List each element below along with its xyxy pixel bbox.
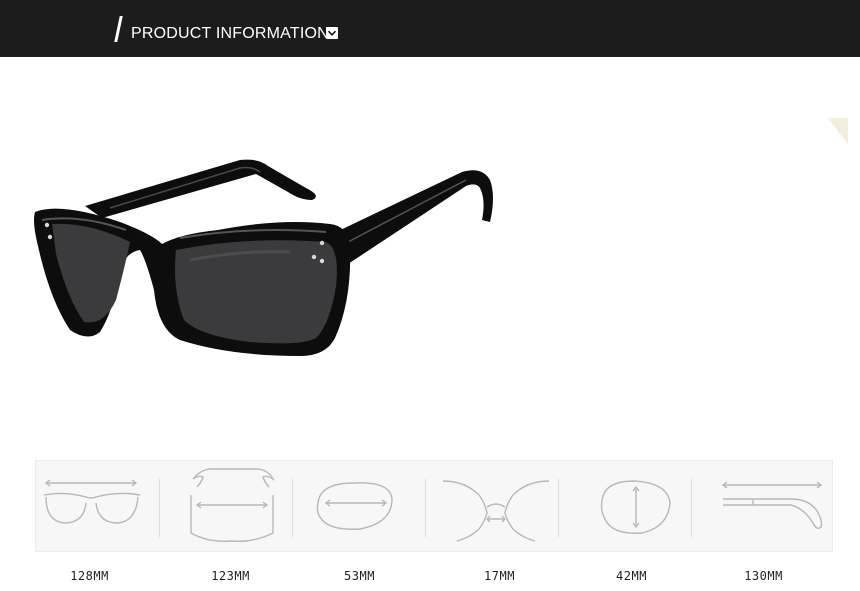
spec-divider	[159, 479, 160, 537]
frame-width-icon	[36, 461, 169, 553]
bridge-width-icon	[435, 461, 568, 553]
sunglasses-image	[34, 159, 493, 356]
bridge-width-value: 17MM	[484, 569, 515, 583]
spec-panel	[35, 460, 833, 552]
header-title: PRODUCT INFORMATION	[131, 25, 329, 42]
lens-height-icon	[568, 461, 701, 553]
lens-height-value: 42MM	[616, 569, 647, 583]
slash-icon	[114, 16, 123, 42]
head-width-value: 123MM	[211, 569, 250, 583]
header-bar: PRODUCT INFORMATION	[0, 0, 860, 57]
spec-divider	[691, 479, 692, 537]
frame-width-value: 128MM	[70, 569, 109, 583]
spec-divider	[292, 479, 293, 537]
head-width-icon	[169, 461, 302, 553]
temple-length-icon	[701, 461, 834, 553]
spec-divider	[425, 479, 426, 537]
lens-width-value: 53MM	[344, 569, 375, 583]
temple-length-value: 130MM	[744, 569, 783, 583]
chevron-down-icon[interactable]	[326, 27, 338, 39]
corner-shape-icon	[828, 118, 848, 144]
spec-divider	[558, 479, 559, 537]
lens-width-icon	[302, 461, 435, 553]
